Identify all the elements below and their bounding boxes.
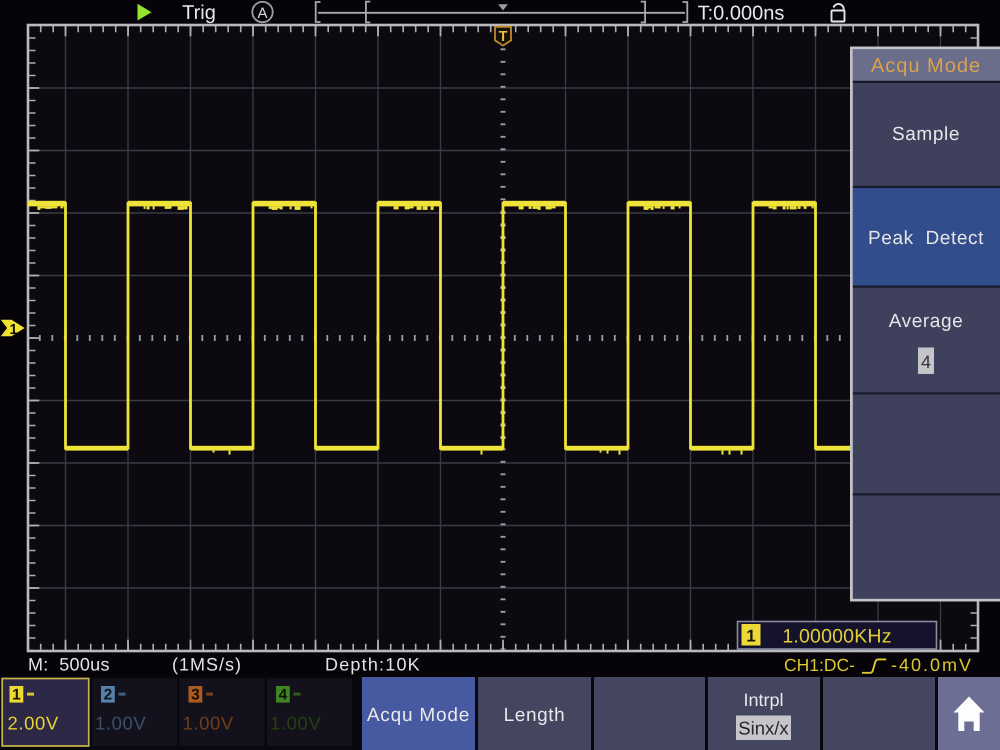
svg-text:2.00V: 2.00V	[8, 713, 59, 734]
svg-text:1.00V: 1.00V	[183, 713, 234, 734]
svg-text:T: T	[499, 29, 508, 45]
svg-text:3: 3	[191, 687, 200, 704]
svg-text:CH1:DC-: CH1:DC-	[784, 655, 855, 675]
svg-text:Average: Average	[889, 311, 964, 332]
svg-text:Acqu Mode: Acqu Mode	[367, 705, 470, 726]
svg-text:Intrpl: Intrpl	[743, 690, 783, 710]
svg-text:T:0.000ns: T:0.000ns	[698, 3, 785, 25]
svg-text:(1MS/s): (1MS/s)	[172, 655, 242, 675]
svg-text:2: 2	[104, 687, 113, 704]
svg-text:1: 1	[12, 687, 21, 704]
svg-text:A: A	[257, 5, 267, 22]
svg-text:M: 500us: M: 500us	[28, 655, 110, 675]
svg-text:-40.0mV: -40.0mV	[891, 655, 973, 675]
svg-text:Trig: Trig	[182, 2, 216, 24]
svg-text:Acqu Mode: Acqu Mode	[871, 55, 981, 77]
svg-text:Sample: Sample	[892, 124, 960, 145]
svg-text:1.00V: 1.00V	[95, 713, 146, 734]
svg-text:Peak Detect: Peak Detect	[868, 228, 984, 249]
svg-text:Sinx/x: Sinx/x	[738, 718, 789, 739]
svg-text:Depth:10K: Depth:10K	[325, 655, 421, 675]
svg-text:Length: Length	[504, 705, 566, 726]
svg-text:1: 1	[746, 627, 755, 646]
svg-text:4: 4	[279, 687, 288, 704]
svg-text:4: 4	[921, 352, 931, 372]
svg-text:1.00V: 1.00V	[270, 713, 321, 734]
svg-text:1.00000KHz: 1.00000KHz	[782, 626, 891, 648]
svg-text:1: 1	[10, 322, 18, 338]
